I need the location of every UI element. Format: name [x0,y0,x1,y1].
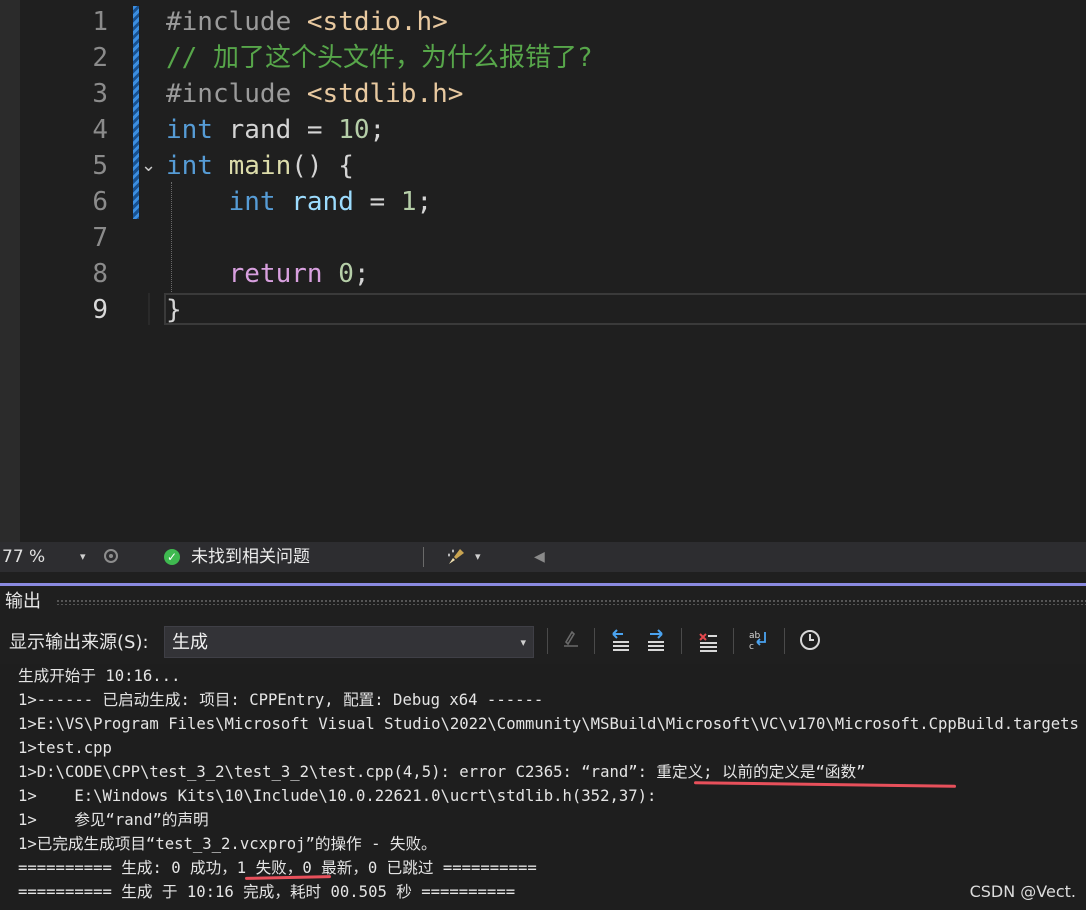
code-token: ; [353,259,370,289]
copilot-icon[interactable] [101,547,121,567]
code-line[interactable]: 7 [0,220,1086,256]
code-line[interactable]: 8 return 0; [0,256,1086,292]
output-toolbar: 显示输出来源(S): 生成 ▾ ab c [0,616,1086,664]
code-token: int [166,115,213,145]
code-token: ; [416,187,433,217]
code-token: () { [291,151,354,181]
code-text[interactable]: int main() { [166,148,354,184]
code-token: #include [166,79,307,109]
line-number: 3 [92,79,108,109]
code-line[interactable]: 6 int rand = 1; [0,184,1086,220]
issues-status-text[interactable]: 未找到相关问题 [191,542,310,572]
code-token: <stdlib.h> [306,79,464,109]
code-line[interactable]: 4 int rand = 10; [0,112,1086,148]
code-token: #include [166,7,307,37]
code-token: 0 [338,259,354,289]
code-text[interactable]: #include <stdlib.h> [166,76,463,112]
code-token: 10 [338,115,370,145]
toolbar-separator [681,628,682,654]
line-number: 7 [92,223,108,253]
line-number: 8 [92,259,108,289]
panel-drag-grip[interactable] [56,599,1086,605]
output-source-select[interactable]: 生成 ▾ [164,626,534,658]
code-token: 1 [400,187,417,217]
output-line-error: 1>D:\CODE\CPP\test_3_2\test_3_2\test.cpp… [18,763,866,781]
code-text[interactable]: // 加了这个头文件，为什么报错了? [166,40,593,76]
find-message-icon[interactable] [558,628,584,654]
code-token: rand [291,187,354,217]
toggle-word-wrap-icon[interactable]: ab c [746,628,772,654]
go-to-previous-message-icon[interactable] [608,628,634,654]
code-token: int [166,151,213,181]
line-number: 2 [92,43,108,73]
code-token: int [228,187,276,217]
chevron-down-icon: ▾ [80,550,86,563]
code-line[interactable]: 5 int main() { [0,148,1086,184]
code-token: main [228,151,292,181]
go-to-next-message-icon[interactable] [643,628,669,654]
output-line: 1>已完成生成项目“test_3_2.vcxproj”的操作 - 失败。 [18,835,437,853]
code-line[interactable]: 1 #include <stdio.h> [0,4,1086,40]
code-text[interactable]: } [166,292,182,328]
code-text[interactable]: int rand = 10; [166,112,385,148]
zoom-value: 77 % [2,547,46,567]
code-token: // 加了这个头文件，为什么报错了? [166,43,593,73]
code-editor[interactable]: ⌄ 1 #include <stdio.h> 2// 加了这个头文件，为什么报错了?… [0,0,1086,542]
code-token: ; [369,115,386,145]
svg-text:c: c [749,642,754,652]
line-number: 4 [92,115,108,145]
code-text[interactable]: int rand = 1; [166,184,433,220]
editor-status-bar: 77 % ▾ ✓ 未找到相关问题 ▾ ◀ [0,542,1086,572]
chevron-down-icon: ▾ [520,636,526,649]
code-token: <stdio.h> [306,7,448,37]
code-line[interactable]: 9} [0,292,1086,328]
zoom-dropdown[interactable]: 77 % ▾ [0,542,94,572]
output-panel-title: 输出 [5,591,41,612]
clear-all-icon[interactable] [695,628,721,654]
code-token: = [353,187,401,217]
code-text[interactable]: #include <stdio.h> [166,4,448,40]
toolbar-separator [784,628,785,654]
output-line: 1>E:\VS\Program Files\Microsoft Visual S… [18,715,1079,733]
output-line: 1>test.cpp [18,739,112,757]
line-number: 5 [92,151,108,181]
toolbar-separator [594,628,595,654]
code-cleanup-brush-icon[interactable] [446,542,466,572]
line-number: 1 [92,7,108,37]
line-number: 9 [92,295,108,325]
output-line: 生成开始于 10:16... [18,667,181,685]
output-line: 1> 参见“rand”的声明 [18,811,209,829]
toolbar-separator [733,628,734,654]
code-text[interactable]: return 0; [166,256,370,292]
code-line[interactable]: 2 // 加了这个头文件，为什么报错了? [0,40,1086,76]
code-token: rand = [212,115,339,145]
output-line: ========== 生成 于 10:16 完成，耗时 00.505 秒 ===… [18,883,516,901]
code-line[interactable]: 3 #include <stdlib.h> [0,76,1086,112]
line-number: 6 [92,187,108,217]
code-token: } [166,295,182,325]
clock-icon[interactable] [797,628,823,654]
output-panel-header: 输出 [0,586,1086,616]
status-separator [423,547,424,567]
output-line: 1>------ 已启动生成: 项目: CPPEntry, 配置: Debug … [18,691,544,709]
check-circle-icon: ✓ [164,549,180,565]
code-token: return [228,259,323,289]
output-source-value: 生成 [172,632,208,653]
output-source-label: 显示输出来源(S): [9,632,149,653]
csdn-watermark: CSDN @Vect. [969,882,1076,901]
toolbar-separator [547,628,548,654]
chevron-down-icon[interactable]: ▾ [475,542,481,572]
output-line: 1> E:\Windows Kits\10\Include\10.0.22621… [18,787,657,805]
scroll-left-arrow-icon[interactable]: ◀ [534,542,545,572]
